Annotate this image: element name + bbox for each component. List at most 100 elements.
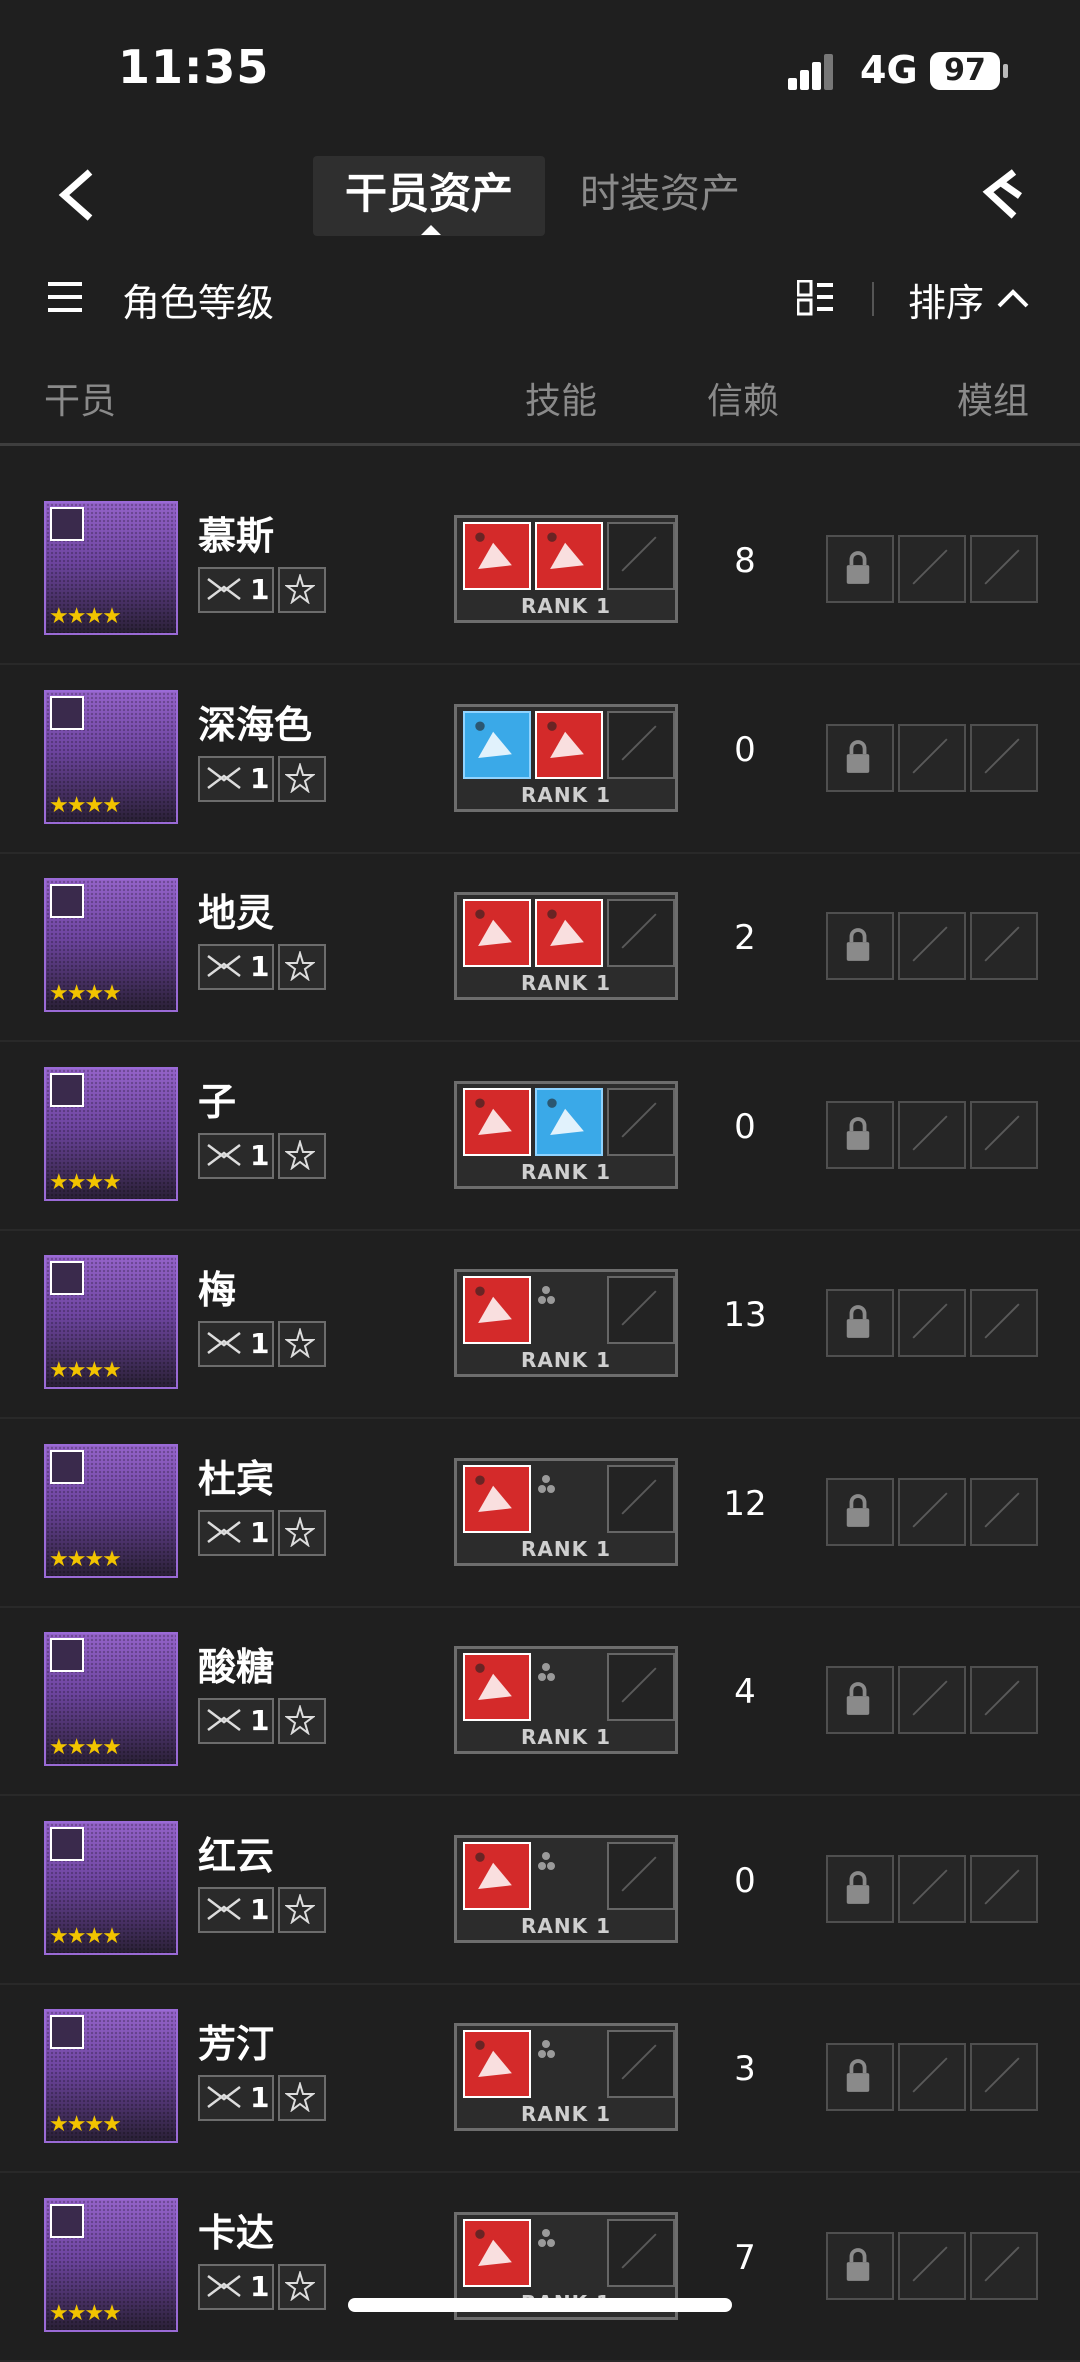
- operator-row[interactable]: ★★★★ 慕斯 1 RANK 1 8: [0, 475, 1080, 665]
- lock-icon[interactable]: [826, 1101, 894, 1169]
- skill-icon[interactable]: [535, 1088, 603, 1156]
- operator-row[interactable]: ★★★★ 子 1 RANK 1 0: [0, 1041, 1080, 1231]
- empty-module-slot[interactable]: [970, 2043, 1038, 2111]
- lock-icon[interactable]: [826, 535, 894, 603]
- skills-panel[interactable]: RANK 1: [454, 1646, 678, 1754]
- lock-icon[interactable]: [826, 2043, 894, 2111]
- empty-module-slot[interactable]: [898, 535, 966, 603]
- skill-icon[interactable]: [463, 1465, 531, 1533]
- skill-icon[interactable]: [463, 711, 531, 779]
- empty-module-slot[interactable]: [970, 2232, 1038, 2300]
- elite-badge: 1: [198, 2264, 274, 2310]
- elite-icon: [206, 952, 242, 980]
- skill-icon[interactable]: [463, 522, 531, 590]
- empty-module-slot[interactable]: [898, 1289, 966, 1357]
- empty-module-slot[interactable]: [898, 1478, 966, 1546]
- skill-icon[interactable]: [535, 899, 603, 967]
- empty-skill-slot: [607, 1653, 675, 1721]
- lock-icon[interactable]: [826, 1289, 894, 1357]
- operator-portrait[interactable]: ★★★★: [44, 1255, 178, 1389]
- module-slots: [826, 1666, 1038, 1734]
- tab-skin-assets[interactable]: 时装资产: [580, 156, 740, 236]
- skill-icon[interactable]: [463, 1653, 531, 1721]
- operator-name: 地灵: [198, 891, 275, 935]
- operator-row[interactable]: ★★★★ 深海色 1 RANK 1 0: [0, 664, 1080, 854]
- empty-module-slot[interactable]: [970, 912, 1038, 980]
- skills-panel[interactable]: RANK 1: [454, 1835, 678, 1943]
- operator-portrait[interactable]: ★★★★: [44, 2198, 178, 2332]
- empty-module-slot[interactable]: [898, 2232, 966, 2300]
- skill-icon[interactable]: [463, 1276, 531, 1344]
- share-icon[interactable]: [980, 166, 1024, 224]
- menu-icon[interactable]: [48, 282, 82, 312]
- operator-portrait[interactable]: ★★★★: [44, 1067, 178, 1201]
- empty-module-slot[interactable]: [970, 724, 1038, 792]
- skill-icon[interactable]: [535, 711, 603, 779]
- sort-mode-label[interactable]: 角色等级: [122, 272, 274, 327]
- empty-module-slot[interactable]: [970, 535, 1038, 603]
- empty-module-slot[interactable]: [898, 1855, 966, 1923]
- operator-portrait[interactable]: ★★★★: [44, 501, 178, 635]
- rarity-stars: ★★★★: [49, 1547, 122, 1572]
- skills-panel[interactable]: RANK 1: [454, 515, 678, 623]
- lock-icon[interactable]: [826, 1478, 894, 1546]
- empty-module-slot[interactable]: [898, 912, 966, 980]
- operator-portrait[interactable]: ★★★★: [44, 1632, 178, 1766]
- operator-portrait[interactable]: ★★★★: [44, 2009, 178, 2143]
- operator-name: 杜宾: [198, 1457, 275, 1501]
- lock-icon[interactable]: [826, 724, 894, 792]
- skill-icon[interactable]: [463, 1088, 531, 1156]
- operator-portrait[interactable]: ★★★★: [44, 878, 178, 1012]
- skills-panel[interactable]: RANK 1: [454, 704, 678, 812]
- empty-module-slot[interactable]: [970, 1101, 1038, 1169]
- operator-row[interactable]: ★★★★ 梅 1 RANK 1 13: [0, 1229, 1080, 1419]
- operator-row[interactable]: ★★★★ 卡达 1 RANK 1 7: [0, 2172, 1080, 2362]
- elite-level: 1: [250, 2081, 270, 2114]
- grid-view-icon[interactable]: [797, 280, 833, 316]
- skills-panel[interactable]: RANK 1: [454, 892, 678, 1000]
- sort-button[interactable]: 排序: [908, 272, 984, 327]
- empty-module-slot[interactable]: [898, 2043, 966, 2111]
- operator-row[interactable]: ★★★★ 地灵 1 RANK 1 2: [0, 852, 1080, 1042]
- tab-operator-assets[interactable]: 干员资产: [313, 156, 545, 236]
- rarity-stars: ★★★★: [49, 2301, 122, 2326]
- empty-module-slot[interactable]: [898, 1666, 966, 1734]
- trust-value: 0: [734, 730, 756, 770]
- empty-module-slot[interactable]: [970, 1478, 1038, 1546]
- trust-value: 2: [734, 918, 756, 958]
- elite-badge: 1: [198, 1133, 274, 1179]
- lock-icon[interactable]: [826, 2232, 894, 2300]
- elite-icon: [206, 764, 242, 792]
- back-icon[interactable]: [50, 164, 110, 226]
- skill-icon[interactable]: [463, 2030, 531, 2098]
- lock-icon[interactable]: [826, 1666, 894, 1734]
- skills-panel[interactable]: RANK 1: [454, 2023, 678, 2131]
- operator-row[interactable]: ★★★★ 酸糖 1 RANK 1 4: [0, 1606, 1080, 1796]
- empty-module-slot[interactable]: [898, 724, 966, 792]
- skill-icon[interactable]: [463, 899, 531, 967]
- operator-portrait[interactable]: ★★★★: [44, 690, 178, 824]
- lock-icon[interactable]: [826, 912, 894, 980]
- operator-portrait[interactable]: ★★★★: [44, 1821, 178, 1955]
- lock-icon[interactable]: [826, 1855, 894, 1923]
- skills-panel[interactable]: RANK 1: [454, 1269, 678, 1377]
- operator-portrait[interactable]: ★★★★: [44, 1444, 178, 1578]
- operator-row[interactable]: ★★★★ 杜宾 1 RANK 1 12: [0, 1418, 1080, 1608]
- operator-row[interactable]: ★★★★ 红云 1 RANK 1 0: [0, 1795, 1080, 1985]
- operator-row[interactable]: ★★★★ 芳汀 1 RANK 1 3: [0, 1983, 1080, 2173]
- rarity-stars: ★★★★: [49, 1924, 122, 1949]
- skill-icon[interactable]: [463, 1842, 531, 1910]
- skill-icon[interactable]: [463, 2219, 531, 2287]
- elite-badge: 1: [198, 1510, 274, 1556]
- chevron-up-icon[interactable]: [995, 284, 1031, 310]
- skills-panel[interactable]: RANK 1: [454, 1458, 678, 1566]
- empty-module-slot[interactable]: [898, 1101, 966, 1169]
- elite-badge: 1: [198, 944, 274, 990]
- empty-module-slot[interactable]: [970, 1666, 1038, 1734]
- empty-module-slot[interactable]: [970, 1855, 1038, 1923]
- empty-module-slot[interactable]: [970, 1289, 1038, 1357]
- elite-icon: [206, 575, 242, 603]
- skill-icon[interactable]: [535, 522, 603, 590]
- skills-panel[interactable]: RANK 1: [454, 1081, 678, 1189]
- potential-icon: [278, 1887, 326, 1933]
